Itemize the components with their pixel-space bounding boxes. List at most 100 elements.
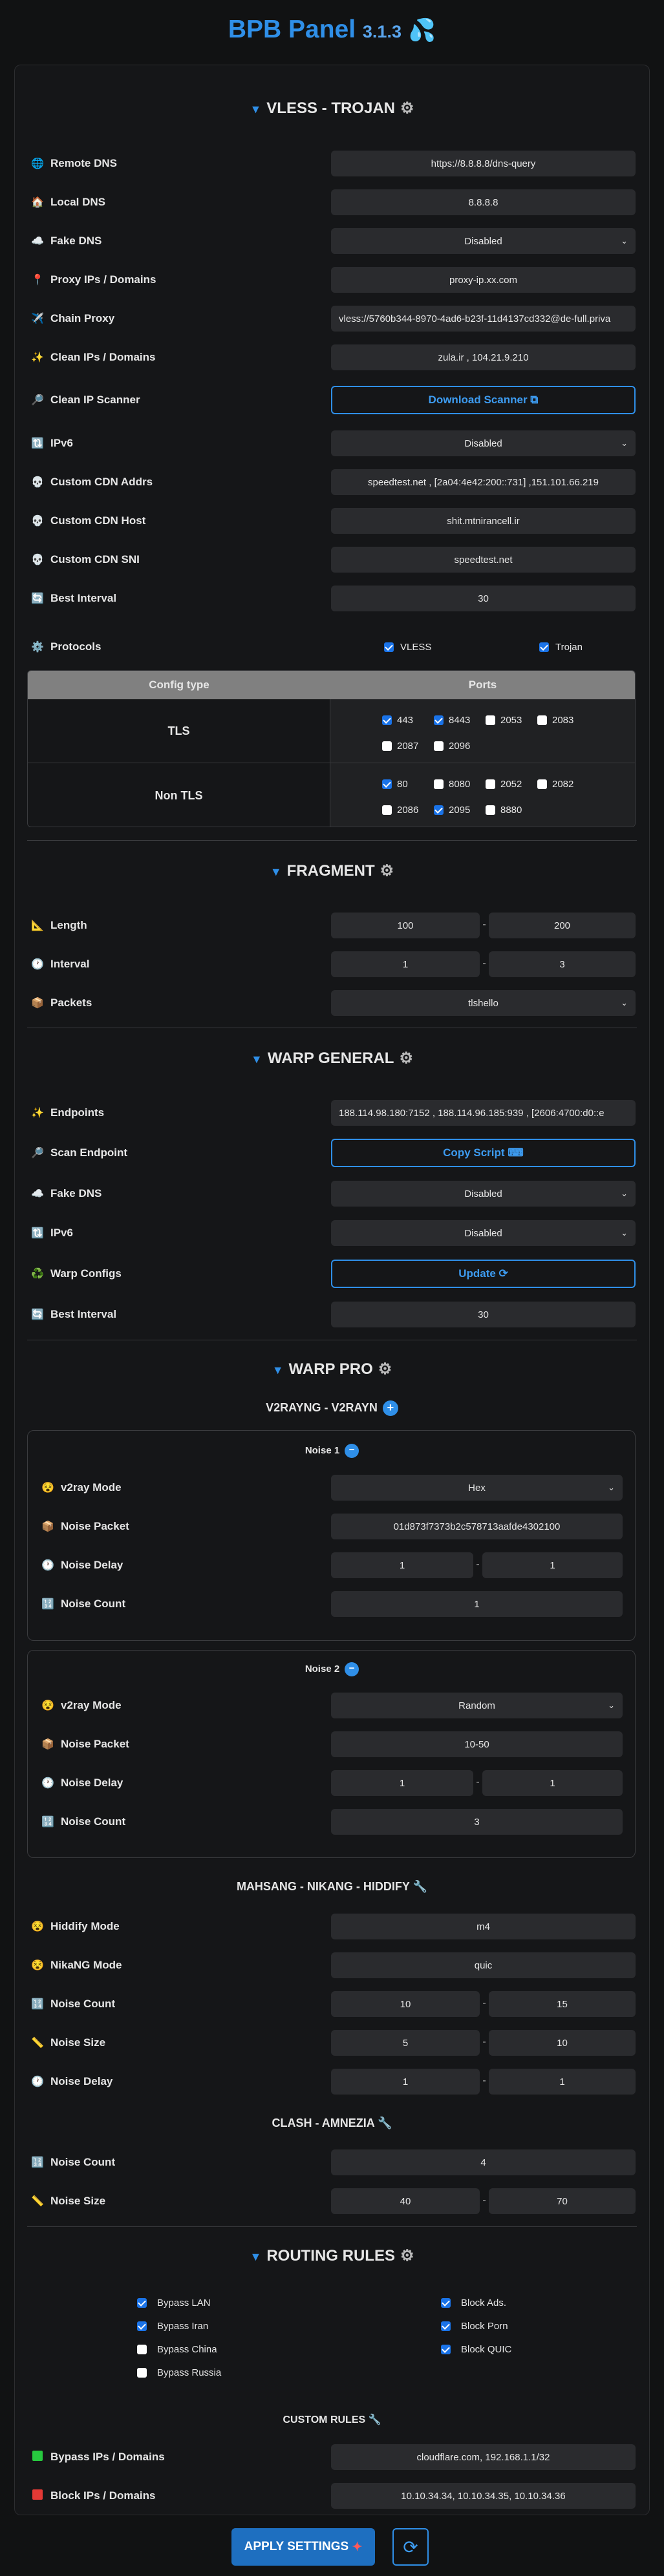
noise1-delay-max[interactable]: 1 [482, 1552, 623, 1578]
mdelay-max[interactable]: 1 [489, 2069, 636, 2095]
chevron-down-icon: ⌄ [621, 1188, 628, 1198]
noise1-delay-min[interactable]: 1 [331, 1552, 473, 1578]
apply-settings-button[interactable]: APPLY SETTINGS ✦ [231, 2528, 375, 2566]
wrench-icon: 🔧 [378, 2117, 392, 2129]
checkbox-checked [539, 642, 549, 652]
nikang-input[interactable]: quic [331, 1952, 636, 1978]
smiley-icon: 😵 [41, 1483, 54, 1494]
vless-input[interactable]: speedtest.net [331, 547, 636, 573]
clash-title: CLASH - AMNEZIA 🔧 [272, 2117, 392, 2129]
vless-input[interactable]: zula.ir , 104.21.9.210 [331, 344, 636, 370]
packets-select[interactable]: tlshello ⌄ [331, 990, 636, 1016]
msize-max[interactable]: 10 [489, 2030, 636, 2056]
noise2-delay-max[interactable]: 1 [482, 1770, 623, 1796]
csize-max[interactable]: 70 [489, 2188, 636, 2214]
mcount-min[interactable]: 10 [331, 1991, 480, 2017]
warp-ipv6-select[interactable]: Disabled ⌄ [331, 1220, 636, 1246]
endpoints-label: ✨ Endpoints [30, 1100, 104, 1126]
length-max-input[interactable]: 200 [489, 913, 636, 938]
vless-input[interactable]: 30 [331, 586, 636, 611]
section-header-warp-general[interactable]: ▼ WARP GENERAL ⚙ [0, 1049, 664, 1068]
noise1-packet-input[interactable]: 01d873f7373b2c578713aafde4302100 [331, 1514, 623, 1539]
vless-input[interactable]: shit.mtnirancell.ir [331, 508, 636, 534]
port-checkbox[interactable]: 2096 [434, 741, 470, 752]
interval-min-input[interactable]: 1 [331, 951, 480, 977]
port-checkbox[interactable]: 2087 [382, 741, 418, 752]
noise2-count-input[interactable]: 3 [331, 1809, 623, 1835]
counter-icon: 🔢 [31, 2157, 44, 2168]
port-checkbox[interactable]: 8080 [434, 779, 470, 790]
remove-noise2-button[interactable]: − [345, 1662, 359, 1676]
refresh-icon: 🔄 [31, 593, 44, 604]
section-header-warp-pro[interactable]: ▼ WARP PRO ⚙ [0, 1360, 664, 1378]
skull-icon: 💀 [31, 477, 44, 488]
col-config-type: Config type [149, 679, 209, 691]
port-checkbox[interactable]: 2052 [486, 779, 522, 790]
row-nontls-label: Non TLS [28, 763, 330, 827]
interval-max-input[interactable]: 3 [489, 951, 636, 977]
interval-label: 🕐 Interval [30, 951, 89, 977]
vless-input[interactable]: proxy-ip.xx.com [331, 267, 636, 293]
app-version: 3.1.3 [362, 22, 402, 41]
sparkle-icon: ✨ [31, 352, 44, 363]
port-checkbox[interactable]: 2083 [537, 715, 573, 726]
vless-select[interactable]: Disabled ⌄ [331, 430, 636, 456]
red-square-icon [32, 2489, 43, 2500]
noise1-count-input[interactable]: 1 [331, 1591, 623, 1617]
port-checkbox[interactable]: 8880 [486, 805, 522, 816]
table-header: Config type Ports [28, 671, 635, 699]
checkbox-vless[interactable]: VLESS [384, 642, 431, 653]
vless-input[interactable]: 8.8.8.8 [331, 189, 636, 215]
vless-select[interactable]: Disabled ⌄ [331, 228, 636, 254]
section-header-routing[interactable]: ▼ ROUTING RULES ⚙ [0, 2246, 664, 2265]
package-icon: 📦 [31, 998, 44, 1009]
port-checkbox[interactable]: 8443 [434, 715, 470, 726]
mcount-max[interactable]: 15 [489, 1991, 636, 2017]
routing-checkbox[interactable]: Block Porn [441, 2321, 508, 2332]
port-checkbox[interactable]: 2095 [434, 805, 470, 816]
routing-checkbox[interactable]: Bypass China [137, 2344, 217, 2355]
block-input[interactable]: 10.10.34.34, 10.10.34.35, 10.10.34.36 [331, 2483, 636, 2509]
msize-min[interactable]: 5 [331, 2030, 480, 2056]
mahsang-title: MAHSANG - NIKANG - HIDDIFY 🔧 [236, 1880, 428, 1893]
refresh-icon: ⟳ [498, 1267, 508, 1280]
remove-noise1-button[interactable]: − [345, 1444, 359, 1458]
vless-input[interactable]: vless://5760b344-8970-4ad6-b23f-11d4137c… [331, 306, 636, 332]
port-checkbox[interactable]: 443 [382, 715, 413, 726]
endpoints-input[interactable]: 188.114.98.180:7152 , 188.114.96.185:939… [331, 1100, 636, 1126]
checkbox-trojan[interactable]: Trojan [539, 642, 583, 653]
routing-checkbox[interactable]: Bypass LAN [137, 2297, 211, 2308]
add-noise-button[interactable]: + [382, 1400, 398, 1416]
noise2-delay-min[interactable]: 1 [331, 1770, 473, 1796]
chevron-down-icon: ⌄ [608, 1483, 615, 1492]
port-checkbox[interactable]: 2082 [537, 779, 573, 790]
packets-label: 📦 Packets [30, 990, 92, 1016]
download-scanner-button[interactable]: Download Scanner ⧉ [331, 386, 636, 414]
port-checkbox[interactable]: 2053 [486, 715, 522, 726]
port-checkbox[interactable]: 80 [382, 779, 408, 790]
vless-input[interactable]: speedtest.net , [2a04:4e42:200::731] ,15… [331, 469, 636, 495]
routing-checkbox[interactable]: Block Ads. [441, 2297, 506, 2308]
noise2-delay-label: 🕐 Noise Delay [40, 1770, 123, 1796]
refresh-button[interactable]: ⟳ [392, 2528, 429, 2566]
csize-min[interactable]: 40 [331, 2188, 480, 2214]
copy-script-button[interactable]: Copy Script ⌨ [331, 1139, 636, 1167]
noise2-packet-input[interactable]: 10-50 [331, 1731, 623, 1757]
length-min-input[interactable]: 100 [331, 913, 480, 938]
routing-checkbox[interactable]: Block QUIC [441, 2344, 511, 2355]
section-header-fragment[interactable]: ▼ FRAGMENT ⚙ [0, 861, 664, 880]
routing-checkbox[interactable]: Bypass Russia [137, 2367, 221, 2378]
section-header-vless[interactable]: ▼ VLESS - TROJAN ⚙ [0, 99, 664, 118]
vless-input[interactable]: https://8.8.8.8/dns-query [331, 151, 636, 176]
bypass-input[interactable]: cloudflare.com, 192.168.1.1/32 [331, 2444, 636, 2470]
port-checkbox[interactable]: 2086 [382, 805, 418, 816]
noise2-mode-select[interactable]: Random ⌄ [331, 1693, 623, 1718]
routing-checkbox[interactable]: Bypass Iran [137, 2321, 208, 2332]
warp-fakedns-select[interactable]: Disabled ⌄ [331, 1181, 636, 1207]
mdelay-min[interactable]: 1 [331, 2069, 480, 2095]
hiddify-input[interactable]: m4 [331, 1914, 636, 1939]
warp-interval-input[interactable]: 30 [331, 1302, 636, 1327]
ccount-input[interactable]: 4 [331, 2149, 636, 2175]
noise1-mode-select[interactable]: Hex ⌄ [331, 1475, 623, 1501]
update-warp-button[interactable]: Update ⟳ [331, 1260, 636, 1288]
